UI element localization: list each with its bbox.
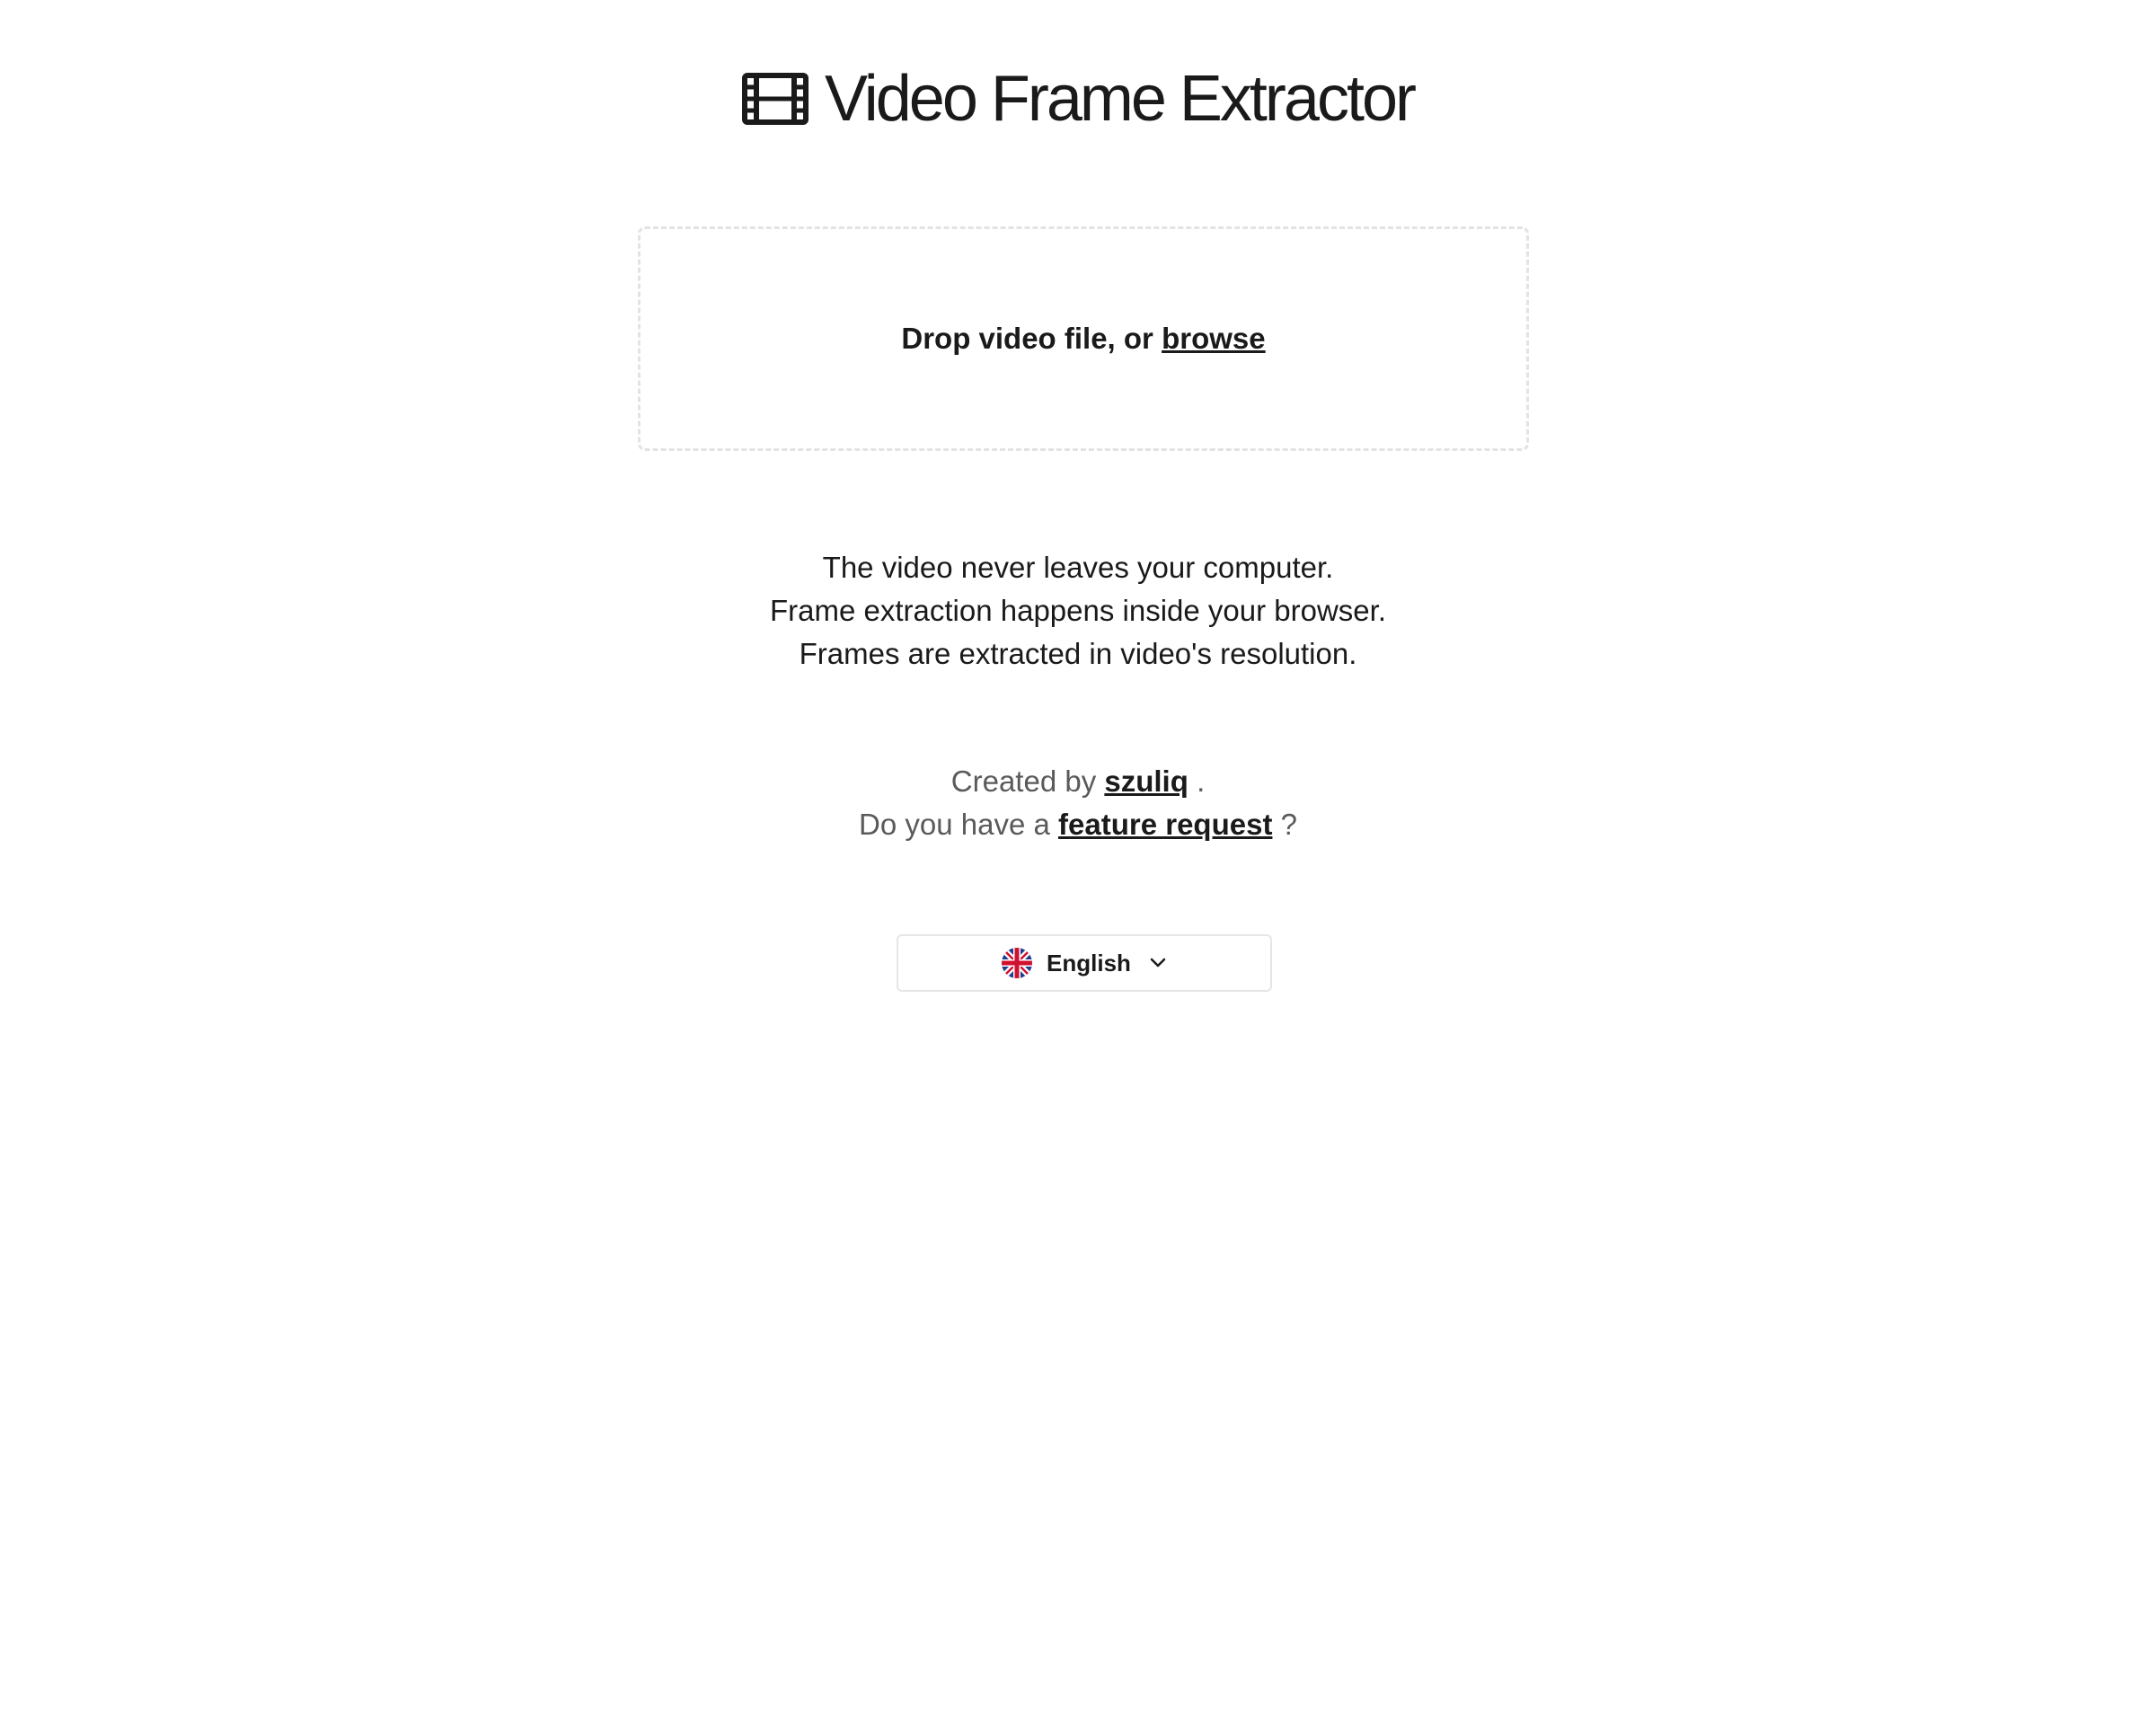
- author-link[interactable]: szuliq: [1104, 764, 1188, 798]
- page: Video Frame Extractor Drop video file, o…: [0, 0, 2156, 1732]
- page-header: Video Frame Extractor: [0, 54, 2156, 144]
- feature-request-line: Do you have a feature request ?: [0, 803, 2156, 846]
- page-title: Video Frame Extractor: [825, 63, 1417, 135]
- film-icon: [742, 73, 809, 125]
- feature-suffix: ?: [1280, 808, 1297, 841]
- info-line: Frame extraction happens inside your bro…: [769, 594, 1386, 627]
- created-by-line: Created by szuliq .: [0, 760, 2156, 803]
- uk-flag-icon: [1002, 948, 1033, 978]
- language-select[interactable]: English: [897, 934, 1272, 992]
- feature-prefix: Do you have a: [859, 808, 1050, 841]
- feature-request-link[interactable]: feature request: [1058, 808, 1272, 841]
- video-dropzone[interactable]: Drop video file, or browse: [638, 226, 1529, 451]
- info-text: The video never leaves your computer. Fr…: [0, 546, 2156, 676]
- language-label: English: [1047, 949, 1131, 976]
- info-line: The video never leaves your computer.: [822, 551, 1334, 584]
- dropzone-prompt: Drop video file, or: [901, 322, 1153, 355]
- credits: Created by szuliq . Do you have a featur…: [0, 760, 2156, 846]
- created-prefix: Created by: [950, 764, 1097, 798]
- browse-link[interactable]: browse: [1162, 322, 1266, 355]
- dropzone-text: Drop video file, or browse: [901, 322, 1265, 356]
- info-line: Frames are extracted in video's resoluti…: [799, 637, 1357, 670]
- chevron-down-icon: [1149, 957, 1167, 969]
- created-suffix: .: [1197, 764, 1206, 798]
